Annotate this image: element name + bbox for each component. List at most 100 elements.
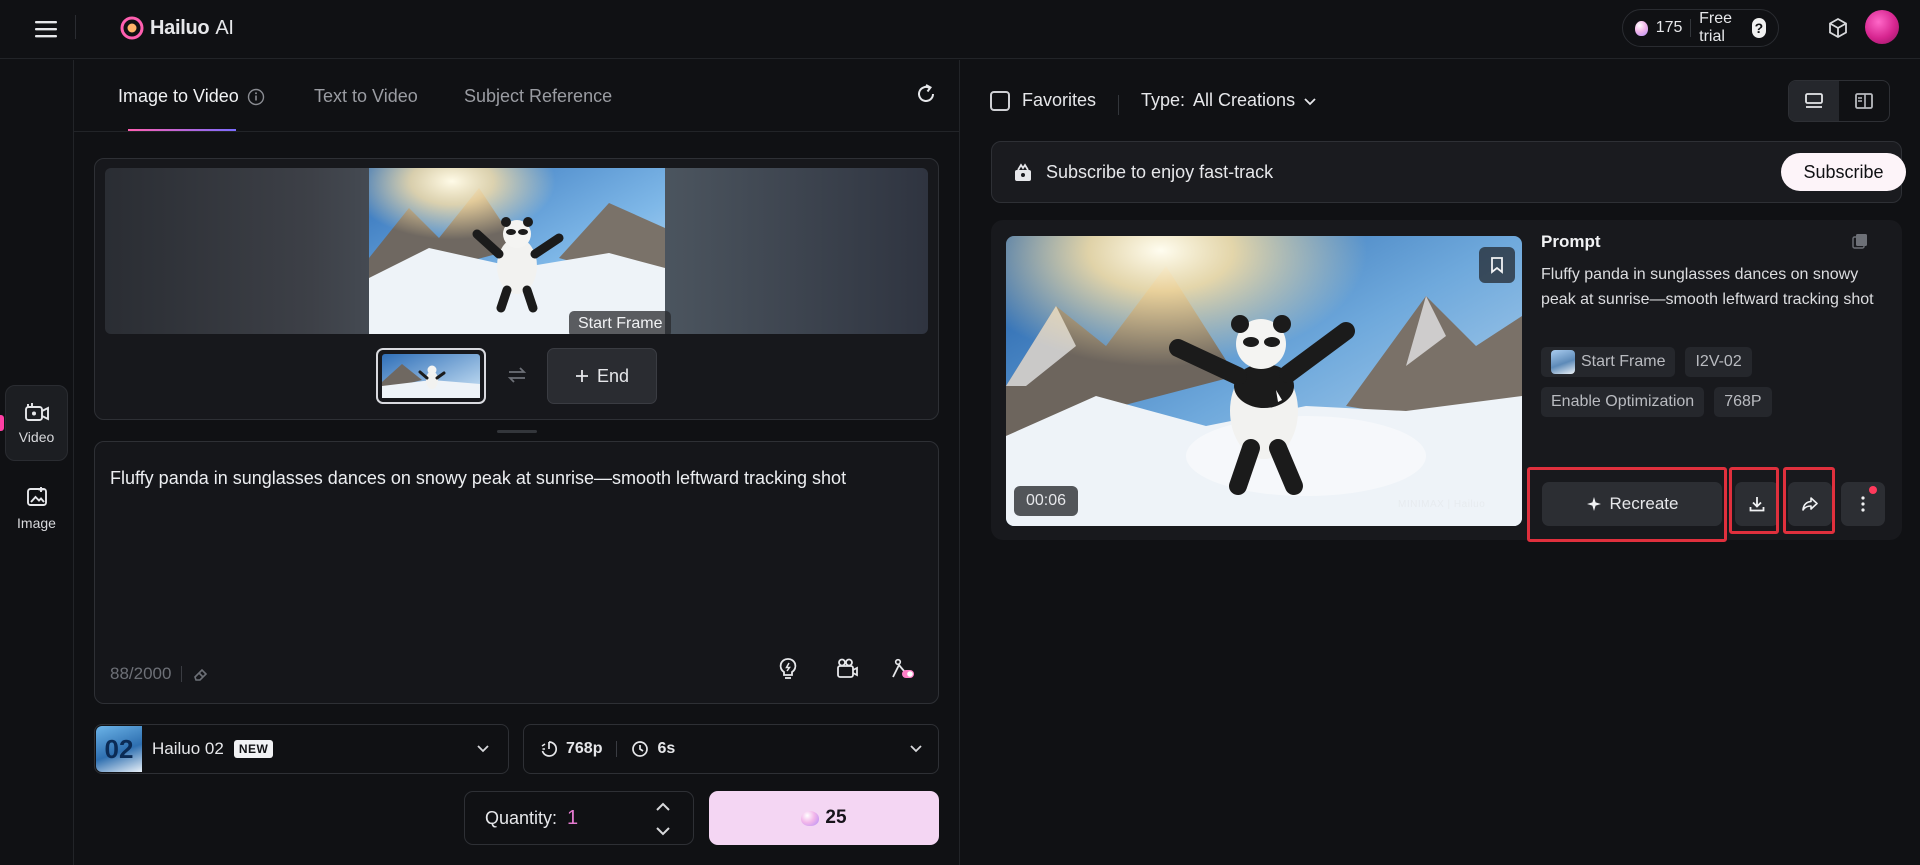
rail-item-video[interactable]: Video — [5, 385, 68, 461]
avatar[interactable] — [1865, 10, 1899, 44]
end-frame-button[interactable]: End — [547, 348, 657, 404]
quantity-stepper[interactable]: Quantity: 1 — [464, 791, 694, 845]
top-bar: Hailuo AI 175 Free trial ? — [0, 0, 1920, 59]
video-icon — [24, 403, 49, 421]
favorites-checkbox[interactable] — [990, 90, 1010, 111]
video-duration: 00:06 — [1014, 486, 1079, 516]
list-view-icon[interactable] — [1789, 81, 1839, 121]
video-preview[interactable]: 00:06 MINIMAX | Hailuo — [1006, 236, 1522, 526]
gem-icon — [801, 810, 820, 826]
quantity-value[interactable]: 1 — [567, 807, 578, 830]
info-icon[interactable] — [247, 88, 265, 106]
counter-separator — [181, 666, 183, 682]
more-options-button[interactable] — [1841, 482, 1885, 526]
highlight-box-share — [1783, 467, 1835, 534]
start-frame-label: Start Frame — [569, 311, 672, 334]
tab-text-to-video[interactable]: Text to Video — [314, 86, 418, 107]
prompt-heading: Prompt — [1541, 232, 1601, 251]
model-name: Hailuo 02 — [152, 739, 224, 758]
image-icon — [26, 487, 47, 506]
camera-movement-icon[interactable] — [831, 653, 863, 685]
chevron-down-icon — [1304, 97, 1316, 105]
help-icon[interactable]: ? — [1751, 18, 1766, 38]
credits-pill[interactable]: 175 Free trial ? — [1622, 9, 1779, 47]
rail-label-video: Video — [18, 429, 55, 445]
tag-optimization: Enable Optimization — [1541, 387, 1705, 417]
caret-up-icon[interactable] — [656, 802, 670, 812]
refresh-icon[interactable] — [914, 82, 940, 108]
tag-resolution: 768P — [1714, 387, 1772, 417]
tag-label: Start Frame — [1581, 353, 1666, 370]
style-icon[interactable] — [887, 653, 919, 685]
favorites-filter[interactable]: Favorites — [990, 90, 1096, 111]
resolution-icon — [541, 741, 558, 757]
watermark: MINIMAX | Hailuo — [1398, 499, 1486, 510]
video-settings-select[interactable]: 768p 6s — [523, 724, 939, 774]
char-counter: 88/2000 — [110, 664, 210, 684]
tab-image-to-video[interactable]: Image to Video — [118, 86, 265, 107]
menu-icon[interactable] — [32, 15, 60, 43]
end-frame-label: End — [596, 365, 630, 386]
credits-count: 175 — [1655, 19, 1683, 36]
prompt-input[interactable]: Fluffy panda in sunglasses dances on sno… — [110, 466, 910, 490]
filter-divider — [1118, 95, 1119, 115]
rail-label-image: Image — [17, 515, 56, 531]
tag-row: Enable Optimization 768P — [1541, 387, 1772, 417]
top-divider — [75, 15, 76, 39]
gem-icon — [1635, 20, 1648, 36]
gift-icon — [1015, 163, 1031, 181]
notification-dot — [1869, 486, 1877, 494]
tab-subject-reference[interactable]: Subject Reference — [464, 86, 612, 107]
type-value: All Creations — [1193, 90, 1296, 110]
generate-cost: 25 — [825, 807, 847, 828]
generate-button[interactable]: 25 — [709, 791, 939, 845]
resize-handle[interactable] — [497, 430, 537, 433]
logo[interactable]: Hailuo AI — [120, 14, 234, 42]
bookmark-icon[interactable] — [1479, 247, 1515, 283]
highlight-box-download — [1729, 467, 1779, 534]
tag-model: I2V-02 — [1685, 347, 1752, 377]
results-panel: Favorites Type: All Creations Subscribe … — [959, 60, 1920, 865]
subscribe-button[interactable]: Subscribe — [1781, 153, 1906, 191]
settings-separator — [616, 741, 618, 757]
logo-suffix: AI — [215, 16, 234, 39]
stepper-arrows[interactable] — [655, 802, 671, 836]
tag-start-frame: Start Frame — [1541, 347, 1676, 377]
start-frame-image[interactable] — [369, 168, 665, 334]
prompt-card[interactable]: Fluffy panda in sunglasses dances on sno… — [94, 441, 939, 704]
highlight-box-recreate — [1527, 467, 1727, 542]
mode-tabs: Image to Video Text to Video Subject Ref… — [74, 60, 959, 132]
credits-separator — [1690, 19, 1692, 37]
tab-label: Image to Video — [118, 86, 239, 106]
eraser-icon[interactable] — [192, 665, 210, 683]
cube-icon[interactable] — [1822, 12, 1854, 44]
copy-icon[interactable] — [1851, 232, 1871, 252]
start-frame-thumbnail[interactable] — [376, 348, 486, 404]
type-filter-dropdown[interactable]: Type: All Creations — [1141, 90, 1317, 111]
left-rail — [0, 60, 74, 865]
free-trial-label: Free trial — [1699, 10, 1733, 45]
chevron-down-icon — [477, 745, 489, 753]
plus-icon — [575, 370, 588, 382]
rail-item-image[interactable]: Image — [5, 470, 68, 546]
model-select[interactable]: 02 Hailuo 02 NEW — [94, 724, 509, 774]
rail-active-indicator — [0, 415, 4, 431]
more-icon — [1861, 496, 1865, 512]
start-frame-tag-thumbnail — [1551, 350, 1575, 374]
caret-down-icon[interactable] — [656, 826, 670, 836]
frame-preview: Start Frame — [105, 168, 928, 334]
hailuo-logo-icon — [120, 16, 144, 40]
chevron-down-icon — [910, 745, 922, 753]
frame-card: Start Frame End — [94, 158, 939, 420]
swap-frames-icon[interactable] — [505, 363, 529, 387]
quantity-label: Quantity: — [485, 807, 558, 828]
tag-row: Start Frame I2V-02 — [1541, 347, 1752, 377]
duration-value: 6s — [657, 740, 676, 757]
clock-icon — [632, 741, 649, 757]
bulb-icon[interactable] — [772, 653, 804, 685]
favorites-label: Favorites — [1022, 90, 1097, 110]
tab-active-underline — [128, 129, 236, 131]
subscribe-banner: Subscribe to enjoy fast-track Subscribe — [991, 141, 1906, 203]
view-toggle — [1788, 80, 1890, 122]
split-view-icon[interactable] — [1839, 81, 1889, 121]
